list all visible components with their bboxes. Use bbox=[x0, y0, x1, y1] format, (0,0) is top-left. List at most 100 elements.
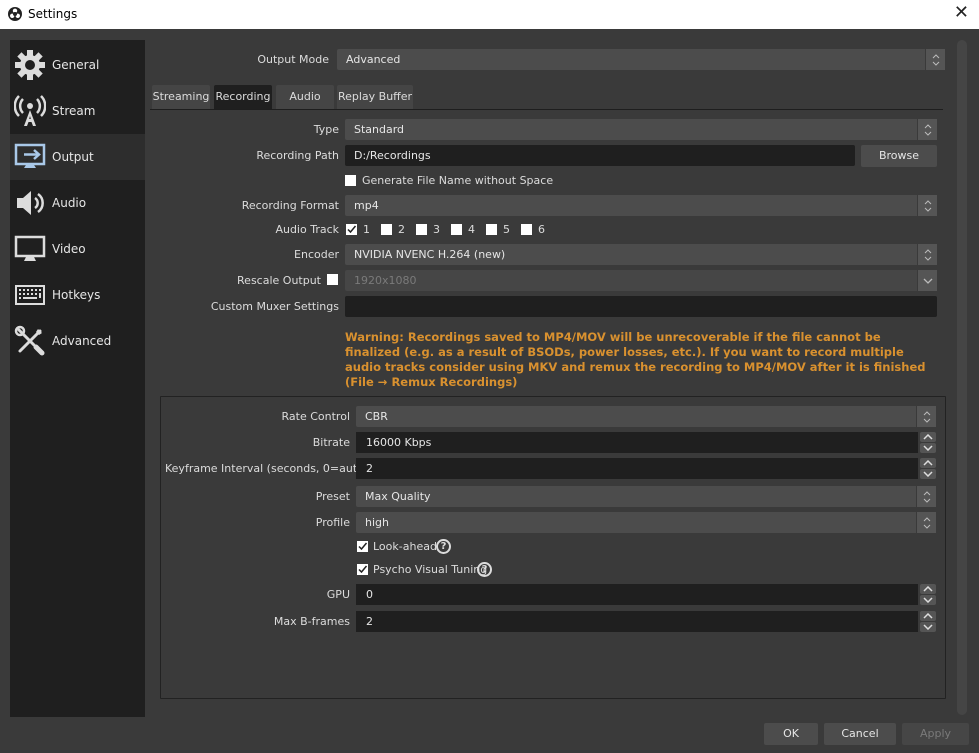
sidebar-label: General bbox=[52, 58, 100, 72]
audio-track-2-label: 2 bbox=[398, 223, 405, 236]
audio-track-4-label: 4 bbox=[468, 223, 475, 236]
profile-select[interactable]: high bbox=[356, 512, 936, 533]
spin-up-icon[interactable] bbox=[920, 584, 936, 594]
spin-down-icon[interactable] bbox=[920, 469, 936, 479]
output-mode-value: Advanced bbox=[346, 53, 401, 66]
preset-select[interactable]: Max Quality bbox=[356, 486, 936, 507]
encoder-label: Encoder bbox=[294, 248, 339, 261]
wrench-screwdriver-icon bbox=[12, 323, 48, 359]
sidebar-item-advanced[interactable]: Advanced bbox=[10, 318, 145, 364]
sidebar-item-audio[interactable]: Audio bbox=[10, 180, 145, 226]
type-label: Type bbox=[313, 123, 339, 136]
audio-track-5-label: 5 bbox=[503, 223, 510, 236]
spin-down-icon[interactable] bbox=[920, 443, 936, 453]
spin-up-icon[interactable] bbox=[920, 458, 936, 468]
audio-track-1-label: 1 bbox=[363, 223, 370, 236]
recording-format-select[interactable]: mp4 bbox=[345, 195, 937, 216]
up-down-arrows-icon bbox=[916, 486, 936, 507]
encoder-select[interactable]: NVIDIA NVENC H.264 (new) bbox=[345, 244, 937, 265]
browse-button[interactable]: Browse bbox=[861, 145, 937, 167]
up-down-arrows-icon bbox=[916, 512, 936, 533]
tab-recording[interactable]: Recording bbox=[214, 85, 272, 109]
audio-track-1-checkbox[interactable] bbox=[346, 224, 357, 235]
rescale-output-label: Rescale Output bbox=[237, 274, 321, 287]
gpu-spinbox[interactable]: 0 bbox=[356, 584, 936, 605]
chevron-down-icon bbox=[917, 270, 937, 291]
bitrate-label: Bitrate bbox=[312, 436, 350, 449]
look-ahead-label: Look-ahead bbox=[373, 540, 437, 553]
sidebar-item-stream[interactable]: Stream bbox=[10, 88, 145, 134]
audio-track-6-label: 6 bbox=[538, 223, 545, 236]
title-bar: Settings ✕ bbox=[0, 0, 979, 29]
type-value: Standard bbox=[354, 123, 405, 136]
audio-track-4-checkbox[interactable] bbox=[451, 224, 462, 235]
tab-divider bbox=[150, 109, 943, 110]
help-icon[interactable]: ? bbox=[436, 539, 451, 554]
rescale-output-checkbox[interactable] bbox=[327, 274, 338, 285]
sidebar-item-hotkeys[interactable]: Hotkeys bbox=[10, 272, 145, 318]
up-down-arrows-icon bbox=[916, 406, 936, 427]
keyframe-interval-spinbox[interactable]: 2 bbox=[356, 458, 936, 479]
apply-button[interactable]: Apply bbox=[902, 723, 969, 745]
rescale-resolution-select[interactable]: 1920x1080 bbox=[345, 270, 937, 291]
sidebar-label: Hotkeys bbox=[52, 288, 101, 302]
sidebar-label: Video bbox=[52, 242, 86, 256]
output-mode-label: Output Mode bbox=[257, 53, 329, 66]
custom-muxer-label: Custom Muxer Settings bbox=[210, 300, 339, 313]
keyframe-interval-label: Keyframe Interval (seconds, 0=auto) bbox=[165, 462, 369, 475]
encoder-value: NVIDIA NVENC H.264 (new) bbox=[354, 248, 506, 261]
max-bframes-label: Max B-frames bbox=[273, 615, 350, 628]
help-icon[interactable]: ? bbox=[477, 562, 492, 577]
type-select[interactable]: Standard bbox=[345, 119, 937, 140]
recording-format-value: mp4 bbox=[354, 199, 379, 212]
look-ahead-checkbox[interactable] bbox=[357, 541, 368, 552]
keyboard-icon bbox=[12, 277, 48, 313]
settings-sidebar: General Stream Output Audio Video Hotkey… bbox=[10, 40, 145, 717]
audio-track-3-checkbox[interactable] bbox=[416, 224, 427, 235]
sidebar-item-general[interactable]: General bbox=[10, 42, 145, 88]
sidebar-label: Advanced bbox=[52, 334, 112, 348]
sidebar-label: Audio bbox=[52, 196, 87, 210]
rate-control-value: CBR bbox=[365, 410, 388, 423]
tab-audio[interactable]: Audio bbox=[276, 85, 334, 109]
close-icon[interactable]: ✕ bbox=[954, 3, 969, 23]
audio-track-2-checkbox[interactable] bbox=[381, 224, 392, 235]
ok-button[interactable]: OK bbox=[764, 723, 818, 745]
spin-down-icon[interactable] bbox=[920, 595, 936, 605]
rate-control-select[interactable]: CBR bbox=[356, 406, 936, 427]
bitrate-spinbox[interactable]: 16000 Kbps bbox=[356, 432, 936, 453]
audio-track-label: Audio Track bbox=[275, 223, 339, 236]
mp4-warning-text: Warning: Recordings saved to MP4/MOV wil… bbox=[345, 330, 926, 389]
custom-muxer-input[interactable] bbox=[345, 296, 937, 317]
gear-icon bbox=[12, 47, 48, 83]
psycho-visual-tuning-checkbox[interactable] bbox=[357, 564, 368, 575]
obs-logo-icon bbox=[8, 7, 22, 21]
cancel-button[interactable]: Cancel bbox=[824, 723, 896, 745]
spin-up-icon[interactable] bbox=[920, 432, 936, 442]
rescale-resolution-value: 1920x1080 bbox=[354, 274, 417, 287]
gpu-value: 0 bbox=[366, 588, 373, 601]
tab-replay-buffer[interactable]: Replay Buffer bbox=[337, 85, 413, 109]
no-space-checkbox[interactable] bbox=[345, 175, 356, 186]
audio-track-3-label: 3 bbox=[433, 223, 440, 236]
recording-path-input[interactable]: D:/Recordings bbox=[345, 145, 855, 166]
max-bframes-value: 2 bbox=[366, 615, 373, 628]
spin-down-icon[interactable] bbox=[920, 622, 936, 632]
keyframe-interval-value: 2 bbox=[366, 462, 373, 475]
audio-track-5-checkbox[interactable] bbox=[486, 224, 497, 235]
up-down-arrows-icon bbox=[917, 195, 937, 216]
monitor-icon bbox=[12, 231, 48, 267]
no-space-label: Generate File Name without Space bbox=[362, 174, 554, 187]
sidebar-item-video[interactable]: Video bbox=[10, 226, 145, 272]
audio-track-6-checkbox[interactable] bbox=[521, 224, 532, 235]
sidebar-item-output[interactable]: Output bbox=[10, 134, 145, 180]
output-mode-select[interactable]: Advanced bbox=[337, 49, 945, 70]
profile-label: Profile bbox=[315, 516, 350, 529]
sidebar-label: Output bbox=[52, 150, 94, 164]
max-bframes-spinbox[interactable]: 2 bbox=[356, 611, 936, 632]
profile-value: high bbox=[365, 516, 389, 529]
vertical-scrollbar[interactable] bbox=[957, 40, 967, 715]
spin-up-icon[interactable] bbox=[920, 611, 936, 621]
rate-control-label: Rate Control bbox=[281, 410, 350, 423]
tab-streaming[interactable]: Streaming bbox=[152, 85, 210, 109]
